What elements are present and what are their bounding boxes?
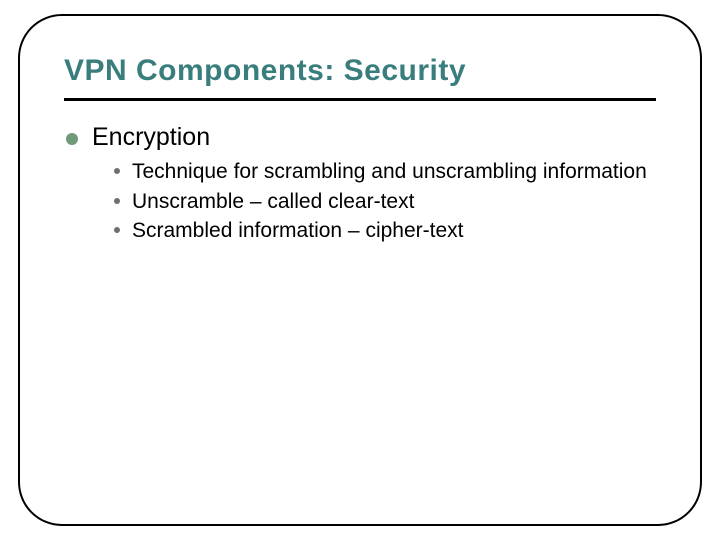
bullet-level2-text: Unscramble – called clear-text [132,188,414,216]
bullet-level2-text: Technique for scrambling and unscramblin… [132,158,647,186]
dot-bullet-icon [114,198,120,204]
bullet-level2-list: Technique for scrambling and unscramblin… [114,158,656,245]
slide-title: VPN Components: Security [64,54,656,88]
slide-frame: VPN Components: Security Encryption Tech… [18,14,702,526]
disc-bullet-icon [66,133,78,145]
dot-bullet-icon [114,168,120,174]
bullet-level2-item: Scrambled information – cipher-text [114,217,656,245]
bullet-level2-item: Unscramble – called clear-text [114,188,656,216]
bullet-level2-text: Scrambled information – cipher-text [132,217,463,245]
bullet-level2-item: Technique for scrambling and unscramblin… [114,158,656,186]
dot-bullet-icon [114,227,120,233]
bullet-level1: Encryption [66,123,656,152]
bullet-level1-text: Encryption [92,123,210,152]
title-underline [64,98,656,101]
